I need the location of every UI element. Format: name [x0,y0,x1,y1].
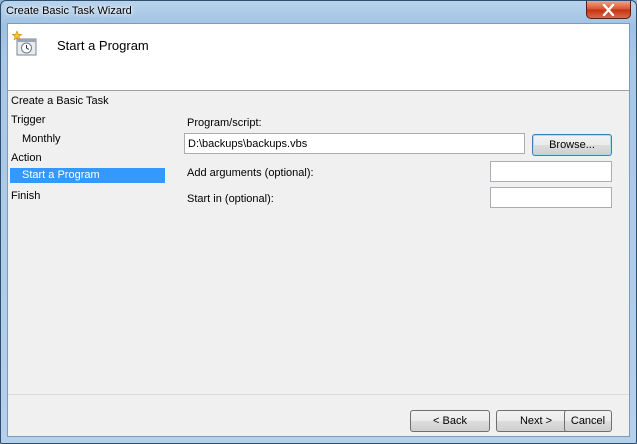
wizard-window: Create Basic Task Wizard Start a Program… [0,0,637,444]
nav-step-finish[interactable]: Finish [11,190,40,202]
start-in-label: Start in (optional): [187,193,274,205]
page-title: Start a Program [57,38,149,53]
nav-step-start-a-program[interactable]: Start a Program [10,168,165,183]
nav-step-start-a-program-label: Start a Program [22,169,100,181]
close-button[interactable] [586,1,631,19]
nav-step-action[interactable]: Action [11,152,42,164]
close-icon [602,4,615,16]
nav-step-trigger[interactable]: Trigger [11,114,45,126]
back-button[interactable]: < Back [410,410,490,432]
program-script-input[interactable] [184,133,525,154]
wizard-header: Start a Program [8,24,629,91]
add-arguments-input[interactable] [490,161,612,182]
footer-divider [8,394,629,395]
cancel-button[interactable]: Cancel [564,410,612,432]
nav-step-monthly[interactable]: Monthly [22,133,61,145]
start-in-input[interactable] [490,187,612,208]
browse-button[interactable]: Browse... [532,134,612,156]
add-arguments-label: Add arguments (optional): [187,167,314,179]
title-bar[interactable]: Create Basic Task Wizard [1,1,636,23]
program-script-label: Program/script: [187,117,262,129]
task-scheduler-icon [12,30,37,56]
window-title: Create Basic Task Wizard [6,5,132,17]
wizard-body: Start a Program Create a Basic Task Trig… [7,23,630,437]
nav-step-create-basic-task[interactable]: Create a Basic Task [11,95,109,107]
